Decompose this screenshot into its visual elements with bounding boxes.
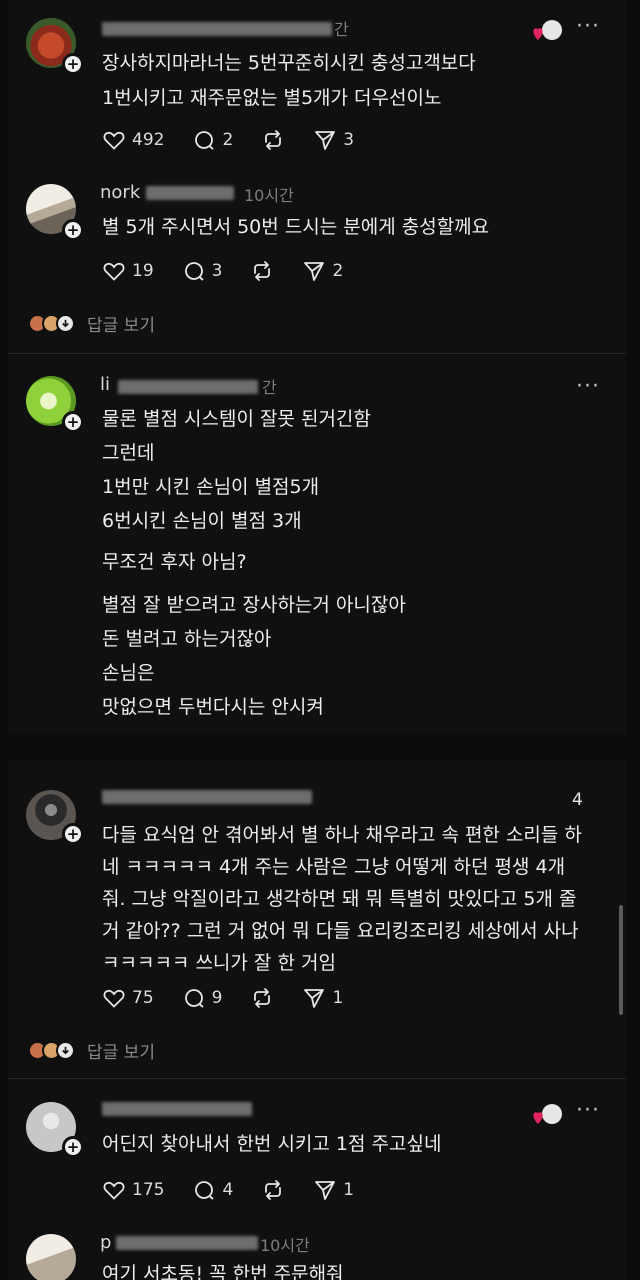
post-text-line: 손님은 [102,662,155,684]
more-options-icon[interactable]: ··· [576,374,600,399]
comment-button[interactable]: 3 [182,259,222,283]
post-text-line: 네 ㅋㅋㅋㅋㅋ 4개 주는 사람은 그냥 어떻게 하던 평생 4개 [102,856,566,878]
follow-plus-icon[interactable]: + [62,823,84,845]
repost-icon [254,988,271,1008]
view-replies-label: 답글 보기 [87,1042,155,1063]
chevron-down-icon [56,1040,75,1060]
post-text-line: 1번시키고 재주문없는 별5개가 더우선이노 [102,87,442,109]
username[interactable]: li [100,374,110,395]
share-button[interactable]: 1 [313,1178,354,1202]
heart-icon [103,1181,125,1200]
post-text-line: 별 5개 주시면서 50번 드시는 분에게 충성할께요 [102,216,490,238]
feed-panel-bottom: + 다들 요식업 안 겪어봐서 별 하나 채우라고 속 편한 소리들 하 네 ㅋ… [8,760,626,1280]
view-replies-button[interactable]: 답글 보기 [28,1037,155,1063]
post-text-line: 별점 잘 받으려고 장사하는거 아니잖아 [102,594,406,616]
post-text-line: 다들 요식업 안 겪어봐서 별 하나 채우라고 속 편한 소리들 하 [102,824,582,846]
username[interactable]: nork [100,182,140,203]
post-time: 간 [262,378,277,397]
username-redacted [118,380,258,394]
like-button[interactable]: 175 [102,1178,164,1202]
more-options-icon[interactable]: ··· [576,1098,600,1123]
share-button[interactable]: 1 [302,986,343,1010]
post-text-line: 줘. 그냥 악질이라고 생각하면 돼 뭐 특별히 맛있다고 5개 줄 [102,888,577,910]
username-redacted [102,1102,252,1116]
follow-plus-icon[interactable]: + [62,53,84,75]
comment-icon [195,1181,215,1200]
post-text-line: 돈 벌려고 하는거잖아 [102,628,272,650]
like-button[interactable]: 492 [102,128,164,152]
chevron-down-icon [56,313,75,333]
heart-icon [103,989,125,1008]
repost-icon [265,1180,282,1200]
post-time: 10시간 [260,1236,310,1255]
view-replies-label: 답글 보기 [87,315,155,336]
post-text-line: ㅋㅋㅋㅋㅋ 쓰니가 잘 한 거임 [102,952,336,974]
post-text-line: 여기 서초동! 꼭 한번 주문해줘 [102,1263,344,1280]
post-text-line: 어딘지 찾아내서 한번 시키고 1점 주고싶네 [102,1133,442,1155]
post-text-line: 1번만 시킨 손님이 별점5개 [102,476,320,498]
repost-button[interactable] [261,1178,285,1202]
comment-icon [195,131,215,150]
send-icon [304,262,325,281]
comment-button[interactable]: 9 [182,986,222,1010]
follow-plus-icon[interactable]: + [62,1136,84,1158]
post-text-line: 맛없으면 두번다시는 안시켜 [102,696,324,718]
post-text-line: 장사하지마라너는 5번꾸준히시킨 충성고객보다 [102,52,476,74]
avatar[interactable] [26,1234,76,1280]
username[interactable]: p [100,1232,111,1253]
follow-plus-icon[interactable]: + [62,219,84,241]
username-redacted [102,790,312,804]
post-text-line: 그런데 [102,442,155,464]
share-button[interactable]: 3 [313,128,354,152]
scrollbar[interactable] [619,905,623,1015]
send-icon [315,1181,336,1200]
comment-icon [184,262,204,281]
feed-panel-top: + 간 ··· 장사하지마라너는 5번꾸준히시킨 충성고객보다 1번시키고 재주… [8,0,626,354]
like-button[interactable]: 19 [102,259,154,283]
post-text-line: 6번시킨 손님이 별점 3개 [102,510,302,532]
username-redacted [102,22,332,36]
post-actions: 19 3 2 [102,258,371,284]
comment-button[interactable]: 4 [192,1178,233,1202]
post-text-line: 물론 별점 시스템이 잘못 된거긴함 [102,408,371,430]
liked-by-author-icon [532,18,562,44]
post-actions: 492 2 3 [102,127,382,153]
divider [8,1078,626,1079]
liked-by-author-icon [532,1102,562,1128]
post-actions: 75 9 1 [102,985,371,1011]
repost-button[interactable] [250,986,274,1010]
repost-icon [254,261,271,281]
post-time: 간 [334,20,349,39]
repost-button[interactable] [250,259,274,283]
heart-icon [103,262,125,281]
feed-panel-middle: + li 간 ··· 물론 별점 시스템이 잘못 된거긴함 그런데 1번만 시킨… [8,354,626,734]
follow-plus-icon[interactable]: + [62,411,84,433]
more-options-icon[interactable]: ··· [576,14,600,39]
repost-icon [265,130,282,150]
heart-icon [103,131,125,150]
view-replies-button[interactable]: 답글 보기 [28,310,155,336]
share-button[interactable]: 2 [302,259,343,283]
post-time: 10시간 [244,186,294,205]
post-actions: 175 4 1 [102,1177,382,1203]
post-text-line: 거 같아?? 그런 거 없어 뭐 다들 요리킹조리킹 세상에서 사나 [102,920,579,942]
comment-button[interactable]: 2 [192,128,233,152]
like-button[interactable]: 75 [102,986,154,1010]
send-icon [304,989,325,1008]
username-redacted [146,186,234,200]
post-text-line: 무조건 후자 아님? [102,551,247,573]
page-indicator-badge: 4 [572,790,583,810]
username-redacted [116,1236,258,1250]
repost-button[interactable] [261,128,285,152]
send-icon [315,131,336,150]
comment-icon [184,989,204,1008]
